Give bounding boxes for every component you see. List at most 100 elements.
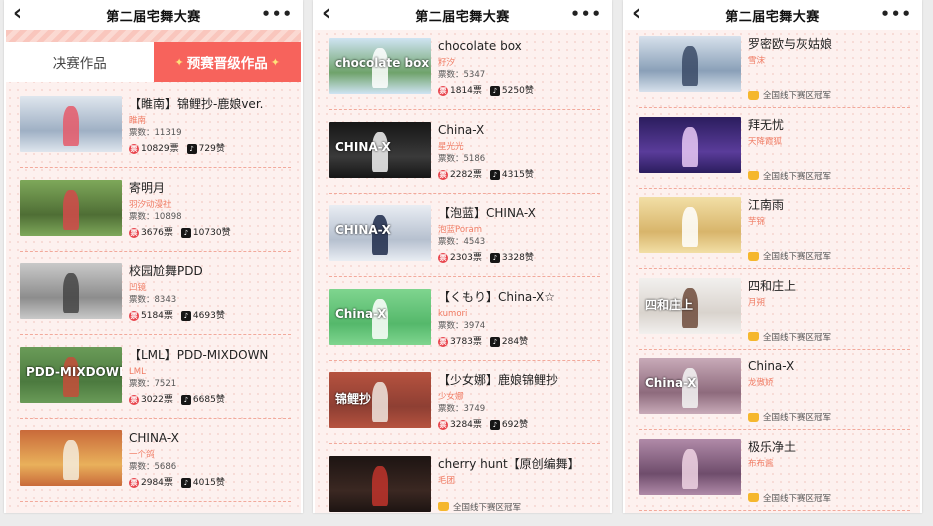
work-item[interactable]: 校园尬舞PDD 凹镜 票数：8343 票 5184 票 ♪ 4693 赞 bbox=[6, 255, 301, 337]
work-title[interactable]: 校园尬舞PDD bbox=[129, 264, 297, 279]
work-item[interactable]: 江南雨 芋锦 全国线下赛区冠军 bbox=[625, 189, 920, 271]
work-title[interactable]: China-X bbox=[748, 359, 916, 374]
work-title[interactable]: China-X bbox=[438, 123, 606, 138]
douyin-like-icon: ♪ bbox=[489, 253, 500, 263]
work-title[interactable]: 【LML】PDD-MIXDOWN bbox=[129, 348, 297, 363]
more-horizontal-icon[interactable]: ••• bbox=[880, 5, 912, 23]
douyin-like-icon: ♪ bbox=[180, 311, 191, 321]
work-item[interactable]: China-X 【くもり】China-X☆ kumori 票数：3974 票 3783 票 ♪… bbox=[315, 281, 610, 363]
work-title[interactable]: 拜无忧 bbox=[748, 118, 916, 133]
work-title[interactable]: 罗密欧与灰姑娘 bbox=[748, 37, 916, 52]
work-author[interactable]: LML bbox=[129, 366, 297, 378]
work-thumbnail[interactable] bbox=[20, 179, 122, 236]
work-thumbnail[interactable] bbox=[639, 197, 741, 253]
work-thumbnail[interactable]: 锦鲤抄 bbox=[329, 372, 431, 428]
work-item[interactable]: cherry hunt【原创编舞】 毛团 全国线下赛区冠军 bbox=[315, 448, 610, 514]
work-item[interactable]: 极乐净土 布布酱 全国线下赛区冠军 bbox=[625, 431, 920, 513]
work-item[interactable]: 【睢南】锦鲤抄-鹿娘ver. 睢南 票数：11319 票 10829 票 ♪ 729 赞 bbox=[6, 88, 301, 170]
more-horizontal-icon[interactable]: ••• bbox=[570, 5, 602, 23]
work-author[interactable]: 少女娜 bbox=[438, 391, 606, 403]
chevron-left-icon[interactable]: ‹ bbox=[632, 2, 641, 26]
work-title[interactable]: 【少女娜】鹿娘锦鲤抄 bbox=[438, 373, 606, 388]
work-author[interactable]: 毛团 bbox=[438, 475, 606, 487]
work-title[interactable]: CHINA-X bbox=[129, 431, 297, 446]
work-item[interactable]: chocolate box chocolate box 籽汐 票数：5347 票 1814… bbox=[315, 30, 610, 112]
work-thumbnail[interactable]: PDD-MIXDOWN bbox=[20, 346, 122, 403]
work-thumbnail[interactable]: 四和庄上 bbox=[639, 277, 741, 334]
chevron-left-icon[interactable]: ‹ bbox=[13, 2, 22, 26]
work-author[interactable]: kumori bbox=[438, 308, 606, 320]
work-title[interactable]: 【泡蓝】CHINA-X bbox=[438, 206, 606, 221]
work-thumbnail[interactable] bbox=[329, 455, 431, 512]
like-count: 284 bbox=[501, 336, 520, 347]
ticket-unit: 票 bbox=[472, 336, 482, 347]
work-item[interactable]: 拜无忧 天降霞狐 全国线下赛区冠军 bbox=[625, 109, 920, 191]
work-thumbnail[interactable] bbox=[20, 263, 122, 319]
work-item[interactable]: 寄明月 羽汐动漫社 票数：10898 票 3676 票 ♪ 10730 赞 bbox=[6, 172, 301, 254]
vote-prefix: 票数： bbox=[438, 320, 464, 331]
work-thumbnail[interactable]: CHINA-X bbox=[329, 205, 431, 261]
more-horizontal-icon[interactable]: ••• bbox=[261, 5, 293, 23]
work-thumbnail[interactable]: China-X bbox=[329, 288, 431, 345]
work-item[interactable]: 罗密欧与灰姑娘 雪沫 全国线下赛区冠军 bbox=[625, 28, 920, 110]
work-author[interactable]: 布布酱 bbox=[748, 458, 916, 470]
screenshot-stage: ‹ 第二届宅舞大赛 ••• 决赛作品 ✦ 预赛晋级作品 ✦ 【睢南】锦鲤抄-鹿娘ve… bbox=[0, 0, 933, 526]
douyin-like-icon: ♪ bbox=[489, 169, 500, 180]
work-author[interactable]: 芋锦 bbox=[748, 216, 916, 228]
ticket-icon: 票 bbox=[129, 227, 139, 238]
work-item[interactable]: CHINA-X 【泡蓝】CHINA-X 泡蓝Poram 票数：4543 票 2303 票 ♪ 3… bbox=[315, 197, 610, 279]
work-title[interactable]: cherry hunt【原创编舞】 bbox=[438, 457, 606, 472]
work-stats: 票 3783 票 ♪ 284 赞 bbox=[438, 336, 606, 348]
like-count: 5250 bbox=[501, 86, 525, 96]
screen-panel-2: ‹ 第二届宅舞大赛 ••• chocolate box chocolate box… bbox=[313, 0, 612, 513]
work-item[interactable]: 四和庄上 四和庄上 月朔 全国线下赛区冠军 bbox=[625, 270, 920, 352]
crown-icon bbox=[748, 493, 759, 502]
work-stats: 票 1814 票 ♪ 5250 赞 bbox=[438, 85, 606, 97]
ticket-icon: 票 bbox=[438, 86, 448, 96]
work-thumbnail[interactable] bbox=[20, 96, 122, 152]
work-author[interactable]: 籽汐 bbox=[438, 57, 606, 69]
page-title: 第二届宅舞大赛 bbox=[725, 9, 820, 25]
work-title[interactable]: 四和庄上 bbox=[748, 279, 916, 294]
vote-prefix: 票数： bbox=[129, 295, 155, 305]
work-thumbnail[interactable] bbox=[20, 430, 122, 486]
work-item[interactable]: CHINA-X 一个鸽 票数：5686 票 2984 票 ♪ 4015 赞 bbox=[6, 422, 301, 504]
work-info: 罗密欧与灰姑娘 雪沫 全国线下赛区冠军 bbox=[748, 37, 916, 101]
ticket-count: 2984 bbox=[141, 478, 164, 488]
work-author[interactable]: 龙傲娇 bbox=[748, 377, 916, 389]
work-title[interactable]: 极乐净土 bbox=[748, 440, 916, 455]
work-author[interactable]: 羽汐动漫社 bbox=[129, 199, 297, 211]
work-title[interactable]: 【睢南】锦鲤抄-鹿娘ver. bbox=[129, 97, 297, 112]
work-item[interactable]: PDD-MIXDOWN 【LML】PDD-MIXDOWN LML 票数：7521 票 30… bbox=[6, 339, 301, 421]
work-thumbnail[interactable] bbox=[639, 438, 741, 495]
work-author[interactable]: 天降霞狐 bbox=[748, 136, 916, 148]
like-count: 4315 bbox=[501, 169, 525, 180]
work-title[interactable]: 【くもり】China-X☆ bbox=[438, 290, 606, 305]
work-thumbnail[interactable] bbox=[639, 116, 741, 173]
like-unit: 赞 bbox=[519, 420, 529, 430]
work-author[interactable]: 月朔 bbox=[748, 297, 916, 309]
work-author[interactable]: 睢南 bbox=[129, 115, 297, 127]
thumbnail-overlay-text: CHINA-X bbox=[335, 223, 391, 237]
work-title[interactable]: 寄明月 bbox=[129, 181, 297, 196]
work-author[interactable]: 一个鸽 bbox=[129, 449, 297, 461]
content-area: 决赛作品 ✦ 预赛晋级作品 ✦ 【睢南】锦鲤抄-鹿娘ver. 睢南 票数：11319 票 1… bbox=[6, 30, 301, 513]
work-author[interactable]: 雪沫 bbox=[748, 55, 916, 67]
tab-prelim-works[interactable]: ✦ 预赛晋级作品 ✦ bbox=[153, 42, 301, 82]
thumbnail-overlay-text: 锦鲤抄 bbox=[335, 392, 372, 406]
work-thumbnail[interactable]: CHINA-X bbox=[329, 121, 431, 178]
work-item[interactable]: China-X China-X 龙傲娇 全国线下赛区冠军 bbox=[625, 350, 920, 432]
chevron-left-icon[interactable]: ‹ bbox=[322, 2, 331, 26]
work-thumbnail[interactable]: China-X bbox=[639, 358, 741, 414]
work-thumbnail[interactable]: chocolate box bbox=[329, 38, 431, 94]
work-title[interactable]: 江南雨 bbox=[748, 198, 916, 213]
work-author[interactable]: 星光光 bbox=[438, 141, 606, 153]
tab-final-works[interactable]: 决赛作品 bbox=[6, 42, 154, 82]
work-title[interactable]: chocolate box bbox=[438, 39, 606, 54]
work-thumbnail[interactable] bbox=[639, 36, 741, 92]
work-author[interactable]: 凹镜 bbox=[129, 282, 297, 294]
work-item[interactable]: 锦鲤抄 【少女娜】鹿娘锦鲤抄 少女娜 票数：3749 票 3284 票 ♪ 692 赞 bbox=[315, 364, 610, 446]
work-author[interactable]: 泡蓝Poram bbox=[438, 224, 606, 236]
tab-label: 预赛晋级作品 bbox=[186, 56, 268, 72]
work-item[interactable]: CHINA-X China-X 星光光 票数：5186 票 2282 票 ♪ 4315 赞 bbox=[315, 114, 610, 196]
